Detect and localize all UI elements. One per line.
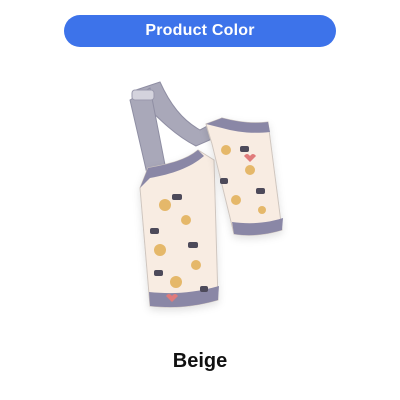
sleeve-right (205, 117, 283, 236)
product-color-header: Product Color (64, 15, 336, 47)
buckle (131, 89, 155, 101)
product-image (129, 81, 283, 308)
color-name-label: Beige (172, 350, 228, 372)
header-title: Product Color (145, 22, 255, 39)
